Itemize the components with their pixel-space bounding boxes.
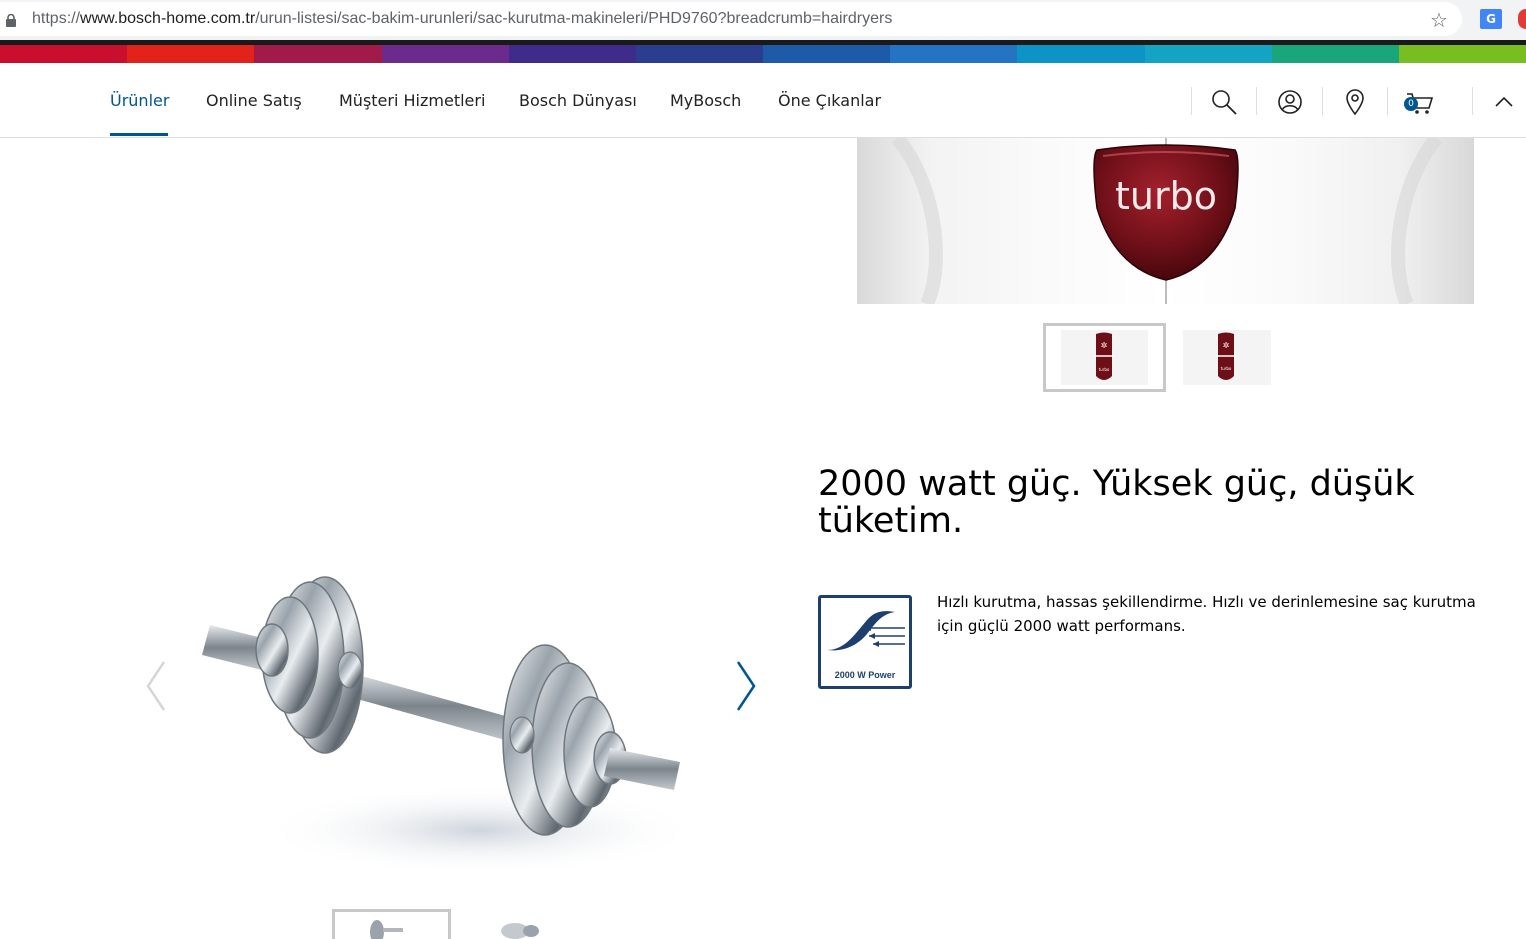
nav-divider — [1191, 87, 1192, 115]
nav-active-underline — [110, 133, 168, 136]
main-navigation: Ürünler Online Satış Müşteri Hizmetleri … — [0, 63, 1526, 138]
cart-count-badge: 0 — [1404, 97, 1418, 111]
thumbnail-image: ✲ — [1183, 330, 1271, 385]
url-path: /urun-listesi/sac-bakim-urunleri/sac-kur… — [255, 10, 893, 27]
feature-headline: 2000 watt güç. Yüksek güç, düşük tüketim… — [818, 464, 1415, 541]
thumbnail-image — [370, 920, 403, 939]
thumbnail-image — [501, 923, 539, 939]
svg-text:✲: ✲ — [1223, 341, 1230, 350]
turbo-button-label: turbo — [1115, 174, 1217, 218]
supergraphic-top-line — [0, 40, 1526, 45]
url-text[interactable]: https://www.bosch-home.com.tr/urun-liste… — [32, 10, 892, 28]
gallery-thumbnail-1[interactable] — [332, 909, 451, 939]
turbo-thumbnail-1[interactable]: ✲ turbo — [1043, 323, 1166, 392]
user-icon[interactable] — [1275, 87, 1305, 117]
star-icon[interactable]: ☆ — [1430, 8, 1448, 32]
nav-item-one-cikanlar[interactable]: Öne Çıkanlar — [778, 91, 881, 110]
airflow-graphic — [827, 611, 905, 651]
product-image-turbo: turbo — [857, 138, 1474, 304]
nav-divider — [1322, 87, 1323, 115]
extension-icon[interactable] — [1518, 9, 1526, 29]
nav-item-mybosch[interactable]: MyBosch — [670, 91, 741, 110]
thumbnail-image: ✲ — [1061, 330, 1148, 385]
nav-item-urunler[interactable]: Ürünler — [110, 91, 169, 110]
thumbnail-label: turbo — [1220, 366, 1232, 371]
address-bar[interactable]: https://www.bosch-home.com.tr/urun-liste… — [0, 2, 1462, 36]
feature-icon-label: 2000 W Power — [834, 670, 896, 680]
feature-description: Hızlı kurutma, hassas şekillendirme. Hız… — [937, 593, 1476, 635]
thumbnail-label: turbo — [1098, 367, 1110, 372]
nav-item-online-satis[interactable]: Online Satış — [206, 91, 302, 110]
search-icon[interactable] — [1209, 87, 1239, 117]
chevron-right-icon[interactable] — [734, 660, 758, 712]
lock-icon — [6, 14, 16, 27]
nav-divider — [1387, 87, 1388, 115]
2000w-power-icon: 2000 W Power — [818, 595, 912, 689]
google-translate-icon[interactable]: G — [1480, 9, 1502, 29]
turbo-button-illustration — [891, 138, 1443, 304]
nav-divider — [1472, 87, 1473, 115]
gallery-thumbnail-2[interactable] — [475, 909, 565, 939]
browser-toolbar: https://www.bosch-home.com.tr/urun-liste… — [0, 0, 1526, 40]
nav-item-musteri-hizmetleri[interactable]: Müşteri Hizmetleri — [339, 91, 485, 110]
svg-text:✲: ✲ — [1101, 341, 1108, 350]
url-host: www.bosch-home.com.tr — [80, 10, 256, 27]
chevron-up-icon[interactable] — [1489, 87, 1519, 117]
url-scheme: https:// — [32, 10, 81, 27]
nav-divider — [1256, 87, 1257, 115]
turbo-thumbnail-2[interactable]: ✲ turbo — [1180, 323, 1303, 392]
product-image-dumbbell — [202, 576, 700, 875]
location-pin-icon[interactable] — [1340, 87, 1370, 117]
chevron-left-icon[interactable] — [144, 660, 168, 712]
nav-item-bosch-dunyasi[interactable]: Bosch Dünyası — [519, 91, 637, 110]
